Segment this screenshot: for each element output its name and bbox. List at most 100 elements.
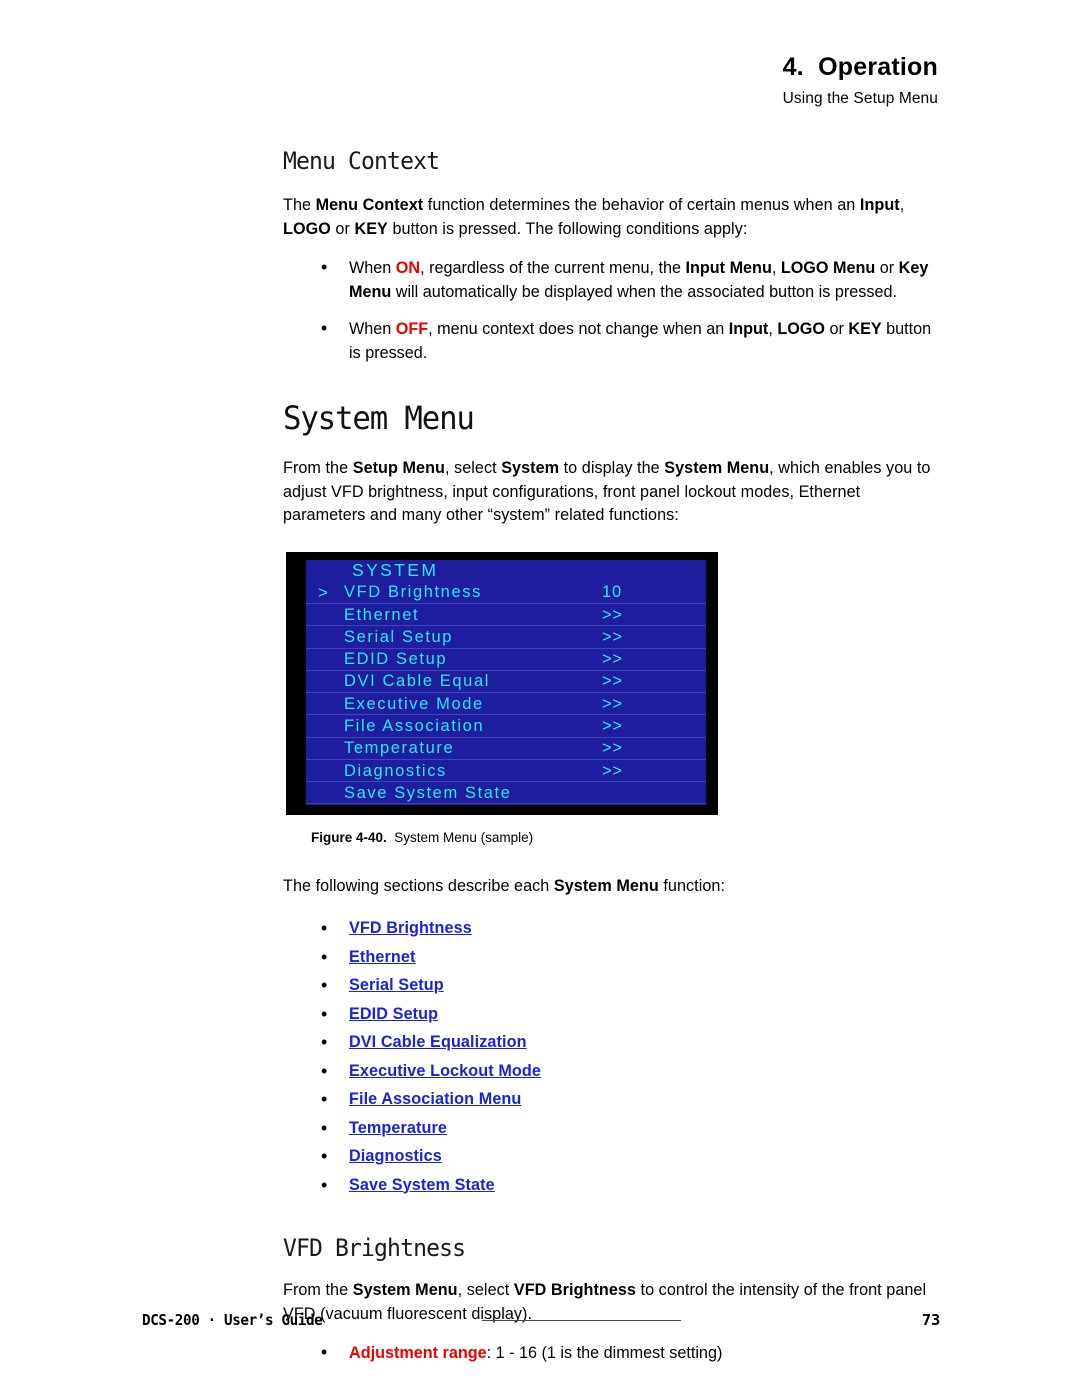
footer-page-number: 73 <box>921 1311 940 1329</box>
vfd-row-label: Save System State <box>344 783 512 802</box>
link-diagnostics[interactable]: Diagnostics <box>349 1147 442 1165</box>
state-on-label: ON <box>395 259 421 277</box>
footer-divider <box>481 1319 681 1321</box>
vfd-row-value: >> <box>602 739 623 758</box>
figure-system-menu: SYSTEM > VFD Brightness 10 Ethernet >> S… <box>286 551 943 847</box>
vfd-row-value: >> <box>602 761 623 780</box>
text-fragment: When <box>349 259 396 277</box>
text-fragment-bold: Input <box>859 196 900 214</box>
header-subtitle: Using the Setup Menu <box>782 90 938 107</box>
vfd-display-panel: SYSTEM > VFD Brightness 10 Ethernet >> S… <box>286 551 718 815</box>
vfd-row-label: Temperature <box>344 739 455 758</box>
system-menu-list-intro: The following sections describe each Sys… <box>283 875 943 899</box>
list-item: Diagnostics <box>283 1142 943 1171</box>
text-fragment: or <box>330 219 355 238</box>
vfd-row-save-system-state[interactable]: Save System State <box>306 782 706 804</box>
list-item: File Association Menu <box>283 1085 943 1114</box>
list-item: Adjustment range: 1 - 16 (1 is the dimme… <box>283 1341 943 1366</box>
vfd-row-vfd-brightness[interactable]: > VFD Brightness 10 <box>306 582 706 604</box>
vfd-row-diagnostics[interactable]: Diagnostics >> <box>306 760 706 782</box>
text-fragment-bold: LOGO <box>777 320 825 338</box>
vfd-row-label: File Association <box>344 716 485 735</box>
vfd-row-file-association[interactable]: File Association >> <box>306 715 706 737</box>
vfd-row-label: Serial Setup <box>344 627 454 646</box>
vfd-row-label: DVI Cable Equal <box>344 672 490 691</box>
text-fragment: function determines the behavior of cert… <box>423 196 860 214</box>
page-header: 4. Operation Using the Setup Menu <box>783 52 938 110</box>
text-fragment-bold: Menu Context <box>315 196 424 214</box>
list-item: DVI Cable Equalization <box>283 1028 943 1057</box>
vfd-row-value: >> <box>602 627 623 646</box>
text-fragment-bold: KEY <box>848 320 882 338</box>
link-serial-setup[interactable]: Serial Setup <box>349 976 444 994</box>
vfd-row-label: Ethernet <box>344 605 420 624</box>
figure-caption: Figure 4-40. System Menu (sample) <box>311 829 943 847</box>
text-fragment: , select <box>457 1281 514 1299</box>
menu-context-intro-paragraph: The Menu Context function determines the… <box>283 194 943 241</box>
text-fragment-bold: VFD Brightness <box>513 1281 636 1299</box>
link-dvi-cable-equalization[interactable]: DVI Cable Equalization <box>349 1033 527 1051</box>
vfd-row-label: Diagnostics <box>344 761 447 780</box>
vfd-row-value: 10 <box>602 583 622 602</box>
adjustment-range-value: : 1 - 16 (1 is the dimmest setting) <box>486 1344 723 1362</box>
list-item: When ON, regardless of the current menu,… <box>283 256 943 304</box>
figure-caption-text: System Menu (sample) <box>394 829 534 845</box>
vfd-menu-title: SYSTEM <box>352 560 439 581</box>
vfd-row-dvi-cable-equal[interactable]: DVI Cable Equal >> <box>306 671 706 693</box>
page-content: Menu Context The Menu Context function d… <box>283 146 943 1380</box>
link-ethernet[interactable]: Ethernet <box>349 948 415 966</box>
figure-caption-label: Figure 4-40. <box>311 829 387 845</box>
footer-document-title: DCS-200 · User’s Guide <box>142 1311 323 1329</box>
menu-context-bullet-list: When ON, regardless of the current menu,… <box>283 256 943 365</box>
vfd-row-label: VFD Brightness <box>344 583 482 602</box>
vfd-row-value: >> <box>602 650 623 669</box>
text-fragment: , <box>899 196 905 214</box>
vfd-row-ethernet[interactable]: Ethernet >> <box>306 604 706 626</box>
vfd-row-value: >> <box>602 716 623 735</box>
text-fragment: , <box>771 259 781 277</box>
text-fragment-bold: KEY <box>354 219 388 238</box>
text-fragment: will automatically be displayed when the… <box>391 282 897 301</box>
text-fragment: When <box>349 320 396 338</box>
text-fragment: From the <box>283 459 353 477</box>
link-save-system-state[interactable]: Save System State <box>349 1176 495 1194</box>
text-fragment-bold: LOGO <box>283 219 331 238</box>
text-fragment: From the <box>283 1281 353 1299</box>
link-file-association-menu[interactable]: File Association Menu <box>349 1090 521 1108</box>
text-fragment-bold: Input Menu <box>685 259 772 277</box>
vfd-brightness-bullet-list: Adjustment range: 1 - 16 (1 is the dimme… <box>283 1341 943 1366</box>
heading-system-menu: System Menu <box>283 399 475 437</box>
text-fragment-bold: LOGO Menu <box>780 259 876 277</box>
link-vfd-brightness[interactable]: VFD Brightness <box>349 919 472 937</box>
list-item: Temperature <box>283 1114 943 1143</box>
text-fragment: The following sections describe each <box>283 876 554 895</box>
link-temperature[interactable]: Temperature <box>349 1119 447 1137</box>
text-fragment: to display the <box>559 459 665 477</box>
text-fragment: function: <box>658 876 725 895</box>
state-off-label: OFF <box>395 320 429 338</box>
vfd-screen: SYSTEM > VFD Brightness 10 Ethernet >> S… <box>306 559 706 805</box>
text-fragment: or <box>875 259 899 277</box>
vfd-row-serial-setup[interactable]: Serial Setup >> <box>306 626 706 648</box>
vfd-menu-title-row: SYSTEM <box>306 560 706 582</box>
vfd-row-temperature[interactable]: Temperature >> <box>306 738 706 760</box>
text-fragment-bold: System Menu <box>553 876 659 895</box>
list-item: Ethernet <box>283 943 943 972</box>
link-edid-setup[interactable]: EDID Setup <box>349 1005 438 1023</box>
vfd-row-edid-setup[interactable]: EDID Setup >> <box>306 649 706 671</box>
system-menu-link-list: VFD Brightness Ethernet Serial Setup EDI… <box>283 914 943 1199</box>
text-fragment: , select <box>444 459 502 477</box>
list-item: Serial Setup <box>283 971 943 1000</box>
heading-menu-context: Menu Context <box>283 147 440 175</box>
header-chapter-title: 4. Operation <box>782 53 938 81</box>
list-item: When OFF, menu context does not change w… <box>283 317 943 365</box>
vfd-row-executive-mode[interactable]: Executive Mode >> <box>306 693 706 715</box>
heading-vfd-brightness: VFD Brightness <box>283 1234 466 1262</box>
text-fragment-bold: System Menu <box>352 1281 458 1299</box>
list-item: EDID Setup <box>283 1000 943 1029</box>
vfd-row-value: >> <box>602 672 623 691</box>
text-fragment: The <box>283 196 316 214</box>
text-fragment-bold: System <box>501 459 560 477</box>
vfd-selector-icon: > <box>318 582 328 602</box>
link-executive-lockout-mode[interactable]: Executive Lockout Mode <box>349 1062 541 1080</box>
